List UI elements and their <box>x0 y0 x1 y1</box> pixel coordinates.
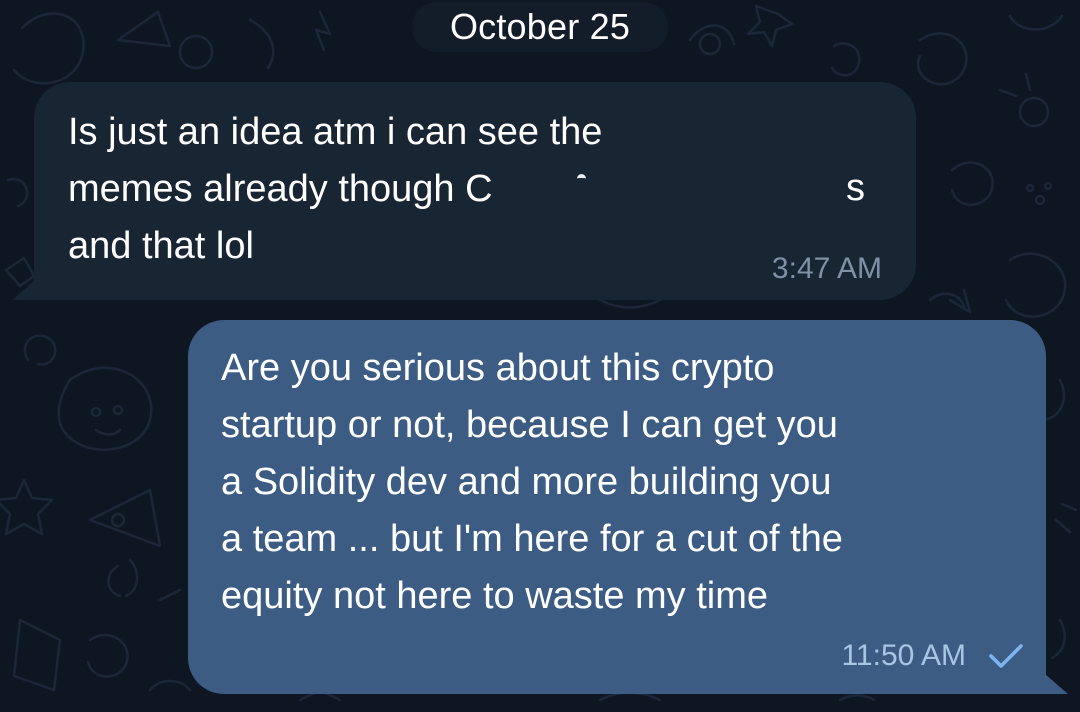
redaction-residue-letter: s <box>846 167 865 209</box>
incoming-message-bubble[interactable]: Is just an idea atm i can see the memes … <box>12 82 916 300</box>
date-separator: October 25 <box>412 2 668 52</box>
outgoing-message-bubble[interactable]: Are you serious about this crypto startu… <box>188 320 1068 694</box>
incoming-message-time: 3:47 AM <box>771 252 882 285</box>
redacted-text-overlay <box>564 156 874 222</box>
outgoing-message-text: Are you serious about this crypto startu… <box>221 347 843 617</box>
single-check-icon <box>988 643 1024 669</box>
outgoing-message-meta: 11:50 AM <box>841 636 1024 676</box>
outgoing-message-time: 11:50 AM <box>841 639 966 672</box>
redaction-residue <box>577 174 586 183</box>
